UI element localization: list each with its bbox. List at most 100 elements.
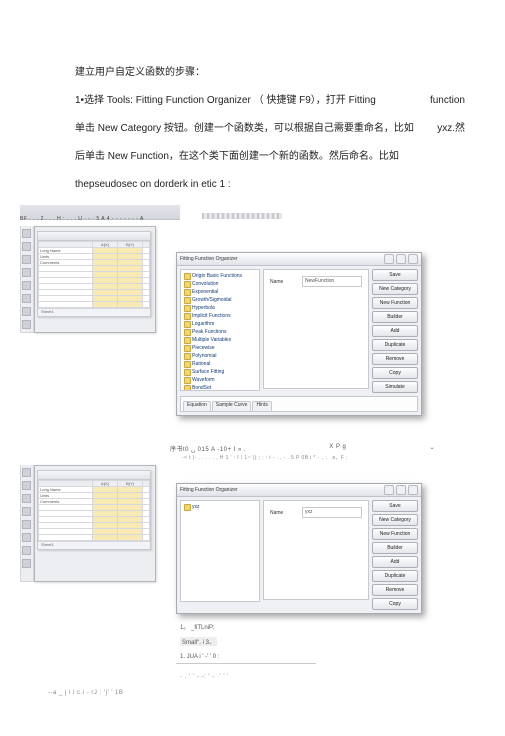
save-button[interactable]: Save xyxy=(372,500,418,512)
tree-item[interactable]: Hyperbola xyxy=(183,304,259,312)
simulate-button[interactable]: Simulate xyxy=(372,381,418,393)
close-icon[interactable] xyxy=(408,254,418,264)
copy-button[interactable]: Copy xyxy=(372,367,418,379)
ffo-bottom-tabs: Equation Sample Curve Hints xyxy=(180,396,418,412)
tool-palette-left xyxy=(20,465,34,582)
caption-left: ‐‐a _ j i i c.i - rJ : ‘j’ ’ 1B xyxy=(48,690,465,696)
tree-item[interactable]: Polynomial xyxy=(183,352,259,360)
sheet-tab[interactable]: Sheet1 xyxy=(38,308,150,316)
caption-right: - . ‘ ’ - ‑: ‘ ‐ ·’ ’ ’ xyxy=(180,674,422,680)
worksheet-table: A(X) B(Y) Long Name Units Comments xyxy=(38,480,150,541)
tool-icon[interactable] xyxy=(22,481,31,490)
aux-text-2: Small''. i 3、 xyxy=(180,637,217,646)
worksheet-table: A(X) B(Y) Long Name Units Comments xyxy=(38,241,150,308)
new-category-button[interactable]: New Category xyxy=(372,283,418,295)
save-button[interactable]: Save xyxy=(372,269,418,281)
remove-button[interactable]: Remove xyxy=(372,353,418,365)
aux-text-3: 1. JUA i ' -' ' 0 : xyxy=(180,654,422,660)
tool-icon[interactable] xyxy=(22,307,31,316)
p1-left: 1•选择 Tools: Fitting Function Organizer （… xyxy=(75,93,376,109)
new-function-button[interactable]: New Function xyxy=(372,528,418,540)
sheet-tab[interactable]: Sheet1 xyxy=(38,541,150,549)
tool-icon[interactable] xyxy=(22,559,31,568)
ffo-buttons: Save New Category New Function Builder A… xyxy=(372,269,418,393)
tool-icon[interactable] xyxy=(22,229,31,238)
p2-right: yxz.然 xyxy=(437,121,465,137)
tool-icon[interactable] xyxy=(22,546,31,555)
duplicate-button[interactable]: Duplicate xyxy=(372,570,418,582)
tool-icon[interactable] xyxy=(22,507,31,516)
name-input[interactable]: NewFunction xyxy=(302,276,362,287)
category-tree[interactable]: Origin Basic Functions Convolution Expon… xyxy=(180,269,260,391)
p1-right: function xyxy=(430,93,465,109)
name-label: Name xyxy=(270,279,298,285)
tree-item[interactable]: Waveform xyxy=(183,376,259,384)
tool-palette-left xyxy=(20,226,34,333)
category-tree[interactable]: yxz xyxy=(180,500,260,602)
toolbar-fragment xyxy=(202,213,282,219)
tool-icon[interactable] xyxy=(22,255,31,264)
tree-item[interactable]: Logarithm xyxy=(183,320,259,328)
ffo-form: Name yxz xyxy=(263,500,369,600)
maximize-icon[interactable] xyxy=(396,485,406,495)
tree-item[interactable]: Peak Functions xyxy=(183,328,259,336)
builder-button[interactable]: Builder xyxy=(372,542,418,554)
minimize-icon[interactable] xyxy=(384,254,394,264)
tab-equation[interactable]: Equation xyxy=(183,401,211,411)
tab-sample-curve[interactable]: Sample Curve xyxy=(212,401,252,411)
doc-title: 建立用户自定义函数的步骤： xyxy=(75,65,465,81)
tool-icon[interactable] xyxy=(22,281,31,290)
tool-icon[interactable] xyxy=(22,294,31,303)
tab-hints[interactable]: Hints xyxy=(252,401,271,411)
tree-item[interactable]: Multiple Variables xyxy=(183,336,259,344)
add-button[interactable]: Add xyxy=(372,325,418,337)
tiny-header-left: 序书t0 ␣ 015 A ‑10+ I » . xyxy=(170,444,246,453)
tool-icon[interactable] xyxy=(22,520,31,529)
tree-item[interactable]: Exponential xyxy=(183,288,259,296)
paragraph-1: 1•选择 Tools: Fitting Function Organizer （… xyxy=(75,93,465,109)
tree-item[interactable]: Origin Basic Functions xyxy=(183,272,259,280)
tool-icon[interactable] xyxy=(22,268,31,277)
fitting-function-organizer-window: Fitting Function Organizer yxz xyxy=(176,483,422,614)
tree-item[interactable]: Surface Fitting xyxy=(183,368,259,376)
tool-icon[interactable] xyxy=(22,533,31,542)
ffo-buttons: Save New Category New Function Builder A… xyxy=(372,500,418,610)
sheet-titlebar xyxy=(38,471,150,480)
new-function-button[interactable]: New Function xyxy=(372,297,418,309)
minimize-icon[interactable] xyxy=(384,485,394,495)
maximize-icon[interactable] xyxy=(396,254,406,264)
sheet-titlebar xyxy=(38,232,150,241)
remove-button[interactable]: Remove xyxy=(372,584,418,596)
tree-item[interactable]: BondSet xyxy=(183,384,259,391)
builder-button[interactable]: Builder xyxy=(372,311,418,323)
tool-icon[interactable] xyxy=(22,468,31,477)
tool-icon[interactable] xyxy=(22,242,31,251)
duplicate-button[interactable]: Duplicate xyxy=(372,339,418,351)
worksheet-window: A(X) B(Y) Long Name Units Comments xyxy=(34,226,156,333)
paragraph-3: 后单击 New Function，在这个类下面创建一个新的函数。然后命名。比如 xyxy=(75,149,465,165)
ffo-form: Name NewFunction xyxy=(263,269,369,389)
p2-left: 单击 New Category 按钮。创建一个函数类，可以根据自己需要重命名，比… xyxy=(75,121,414,137)
fitting-function-organizer-window: Fitting Function Organizer Origin Basic … xyxy=(176,252,422,416)
aux-text-1: 1。 _fiTLniP; xyxy=(180,622,422,631)
tiny-header-right: X P g xyxy=(329,444,346,453)
tree-item-yxz[interactable]: yxz xyxy=(183,503,259,511)
tree-item[interactable]: Piecewise xyxy=(183,344,259,352)
close-icon[interactable] xyxy=(408,485,418,495)
ffo-title: Fitting Function Organizer xyxy=(180,487,238,493)
ffo-title: Fitting Function Organizer xyxy=(180,256,238,262)
name-input[interactable]: yxz xyxy=(302,507,362,518)
tree-item[interactable]: Growth/Sigmoidal xyxy=(183,296,259,304)
add-button[interactable]: Add xyxy=(372,556,418,568)
chevron-down-icon: ⌄ xyxy=(429,444,435,453)
paragraph-4: thepseudosec on dorderk in etic 1 : xyxy=(75,177,465,193)
tree-item[interactable]: Convolution xyxy=(183,280,259,288)
new-category-button[interactable]: New Category xyxy=(372,514,418,526)
tree-item[interactable]: Rational xyxy=(183,360,259,368)
tree-item[interactable]: Implicit Functions xyxy=(183,312,259,320)
copy-button[interactable]: Copy xyxy=(372,598,418,610)
tool-icon[interactable] xyxy=(22,494,31,503)
paragraph-2: 单击 New Category 按钮。创建一个函数类，可以根据自己需要重命名，比… xyxy=(75,121,465,137)
tool-icon[interactable] xyxy=(22,320,31,329)
name-label: Name xyxy=(270,510,298,516)
